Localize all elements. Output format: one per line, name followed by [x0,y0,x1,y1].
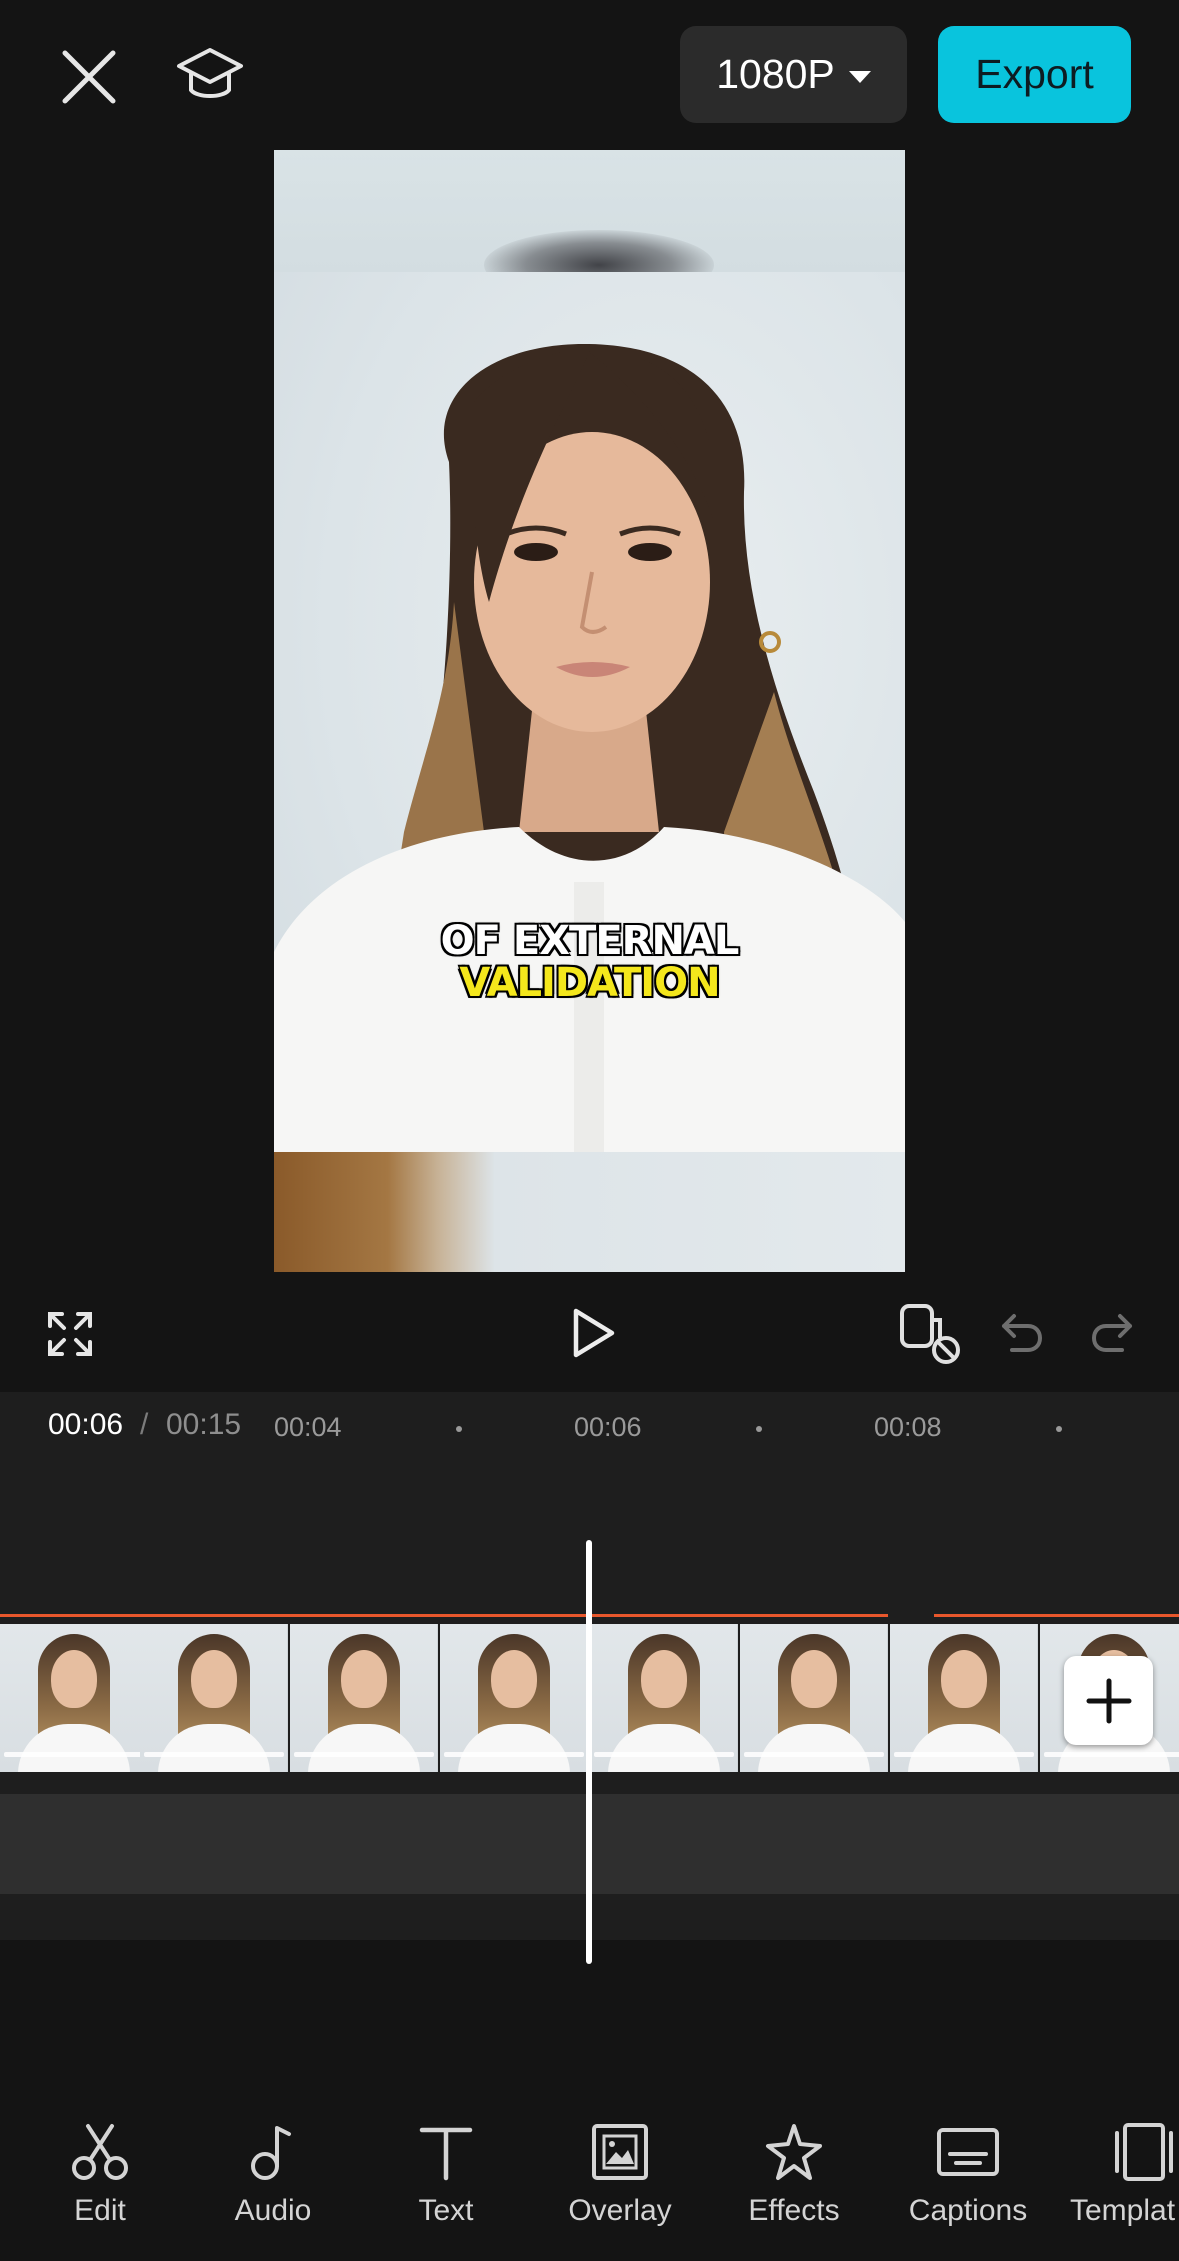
add-clip-button[interactable] [1064,1656,1153,1745]
audio-track-segment[interactable] [0,1614,888,1617]
music-note-icon [241,2120,305,2184]
video-frame [274,272,905,1152]
export-label: Export [975,51,1094,97]
overlay-icon [588,2120,652,2184]
bottom-toolbar: Edit Audio Text Overlay Effects Captions [0,2100,1179,2261]
playhead[interactable] [586,1540,592,1964]
person-image [274,343,905,1152]
audio-track-segment[interactable] [934,1614,1179,1617]
preview-bottom-band [274,1152,905,1272]
undo-icon [1002,1314,1042,1352]
export-button[interactable]: Export [938,26,1131,123]
clip-thumbnail [890,1624,1038,1772]
clip-thumbnail [140,1624,288,1772]
keyframe-button[interactable] [893,1297,967,1369]
video-preview[interactable]: OF EXTERNAL VALIDATION [274,150,905,1272]
tool-label: Edit [74,2194,126,2227]
caption-overlay[interactable]: OF EXTERNAL VALIDATION [274,920,905,1004]
close-button[interactable] [52,40,126,114]
tick-label: 00:08 [874,1412,942,1442]
tool-captions[interactable]: Captions [898,2120,1038,2228]
captions-icon [936,2120,1000,2184]
tick-dot [456,1426,462,1432]
redo-button[interactable] [1082,1302,1142,1362]
tool-label: Audio [234,2194,312,2227]
tick-label: 00:04 [274,1412,342,1442]
effects-star-icon [762,2120,826,2184]
tool-label: Templat [1070,2194,1176,2227]
tool-text[interactable]: Text [376,2120,516,2228]
tool-label: Effects [748,2194,840,2227]
template-icon [1112,2120,1176,2184]
tool-label: Captions [908,2194,1028,2227]
clip-thumbnail [740,1624,888,1772]
caption-line-1: OF EXTERNAL [440,918,740,964]
tool-label: Text [418,2194,474,2227]
tool-overlay[interactable]: Overlay [550,2120,690,2228]
clip-thumbnail [0,1624,148,1772]
undo-button[interactable] [992,1302,1052,1362]
clip-thumbnail [590,1624,738,1772]
play-icon [573,1308,615,1358]
caption-line-2: VALIDATION [459,960,720,1006]
tool-effects[interactable]: Effects [724,2120,864,2228]
current-time: 00:06 [48,1408,124,1441]
fullscreen-icon [48,1312,92,1356]
text-icon [414,2120,478,2184]
total-time: 00:15 [166,1408,242,1441]
tool-audio[interactable]: Audio [203,2120,343,2228]
time-separator: / [140,1408,149,1441]
tool-edit[interactable]: Edit [30,2120,170,2228]
resolution-label: 1080P [716,51,835,97]
tick-dot [1056,1426,1062,1432]
resolution-dropdown[interactable]: 1080P [680,26,907,123]
clip-thumbnail [290,1624,438,1772]
fullscreen-button[interactable] [38,1302,102,1366]
tool-template[interactable]: Templat [1070,2120,1179,2228]
tick-dot [756,1426,762,1432]
keyframe-disabled-icon [900,1304,960,1364]
tutorial-button[interactable] [168,36,252,116]
chevron-down-icon [848,70,871,83]
tick-label: 00:06 [574,1412,642,1442]
tool-label: Overlay [568,2194,672,2227]
close-icon [62,50,116,104]
graduation-cap-icon [177,48,243,98]
play-button[interactable] [560,1298,626,1368]
clip-thumbnail [440,1624,588,1772]
scissors-icon [68,2120,132,2184]
redo-icon [1092,1314,1132,1352]
plus-icon [1086,1678,1131,1723]
